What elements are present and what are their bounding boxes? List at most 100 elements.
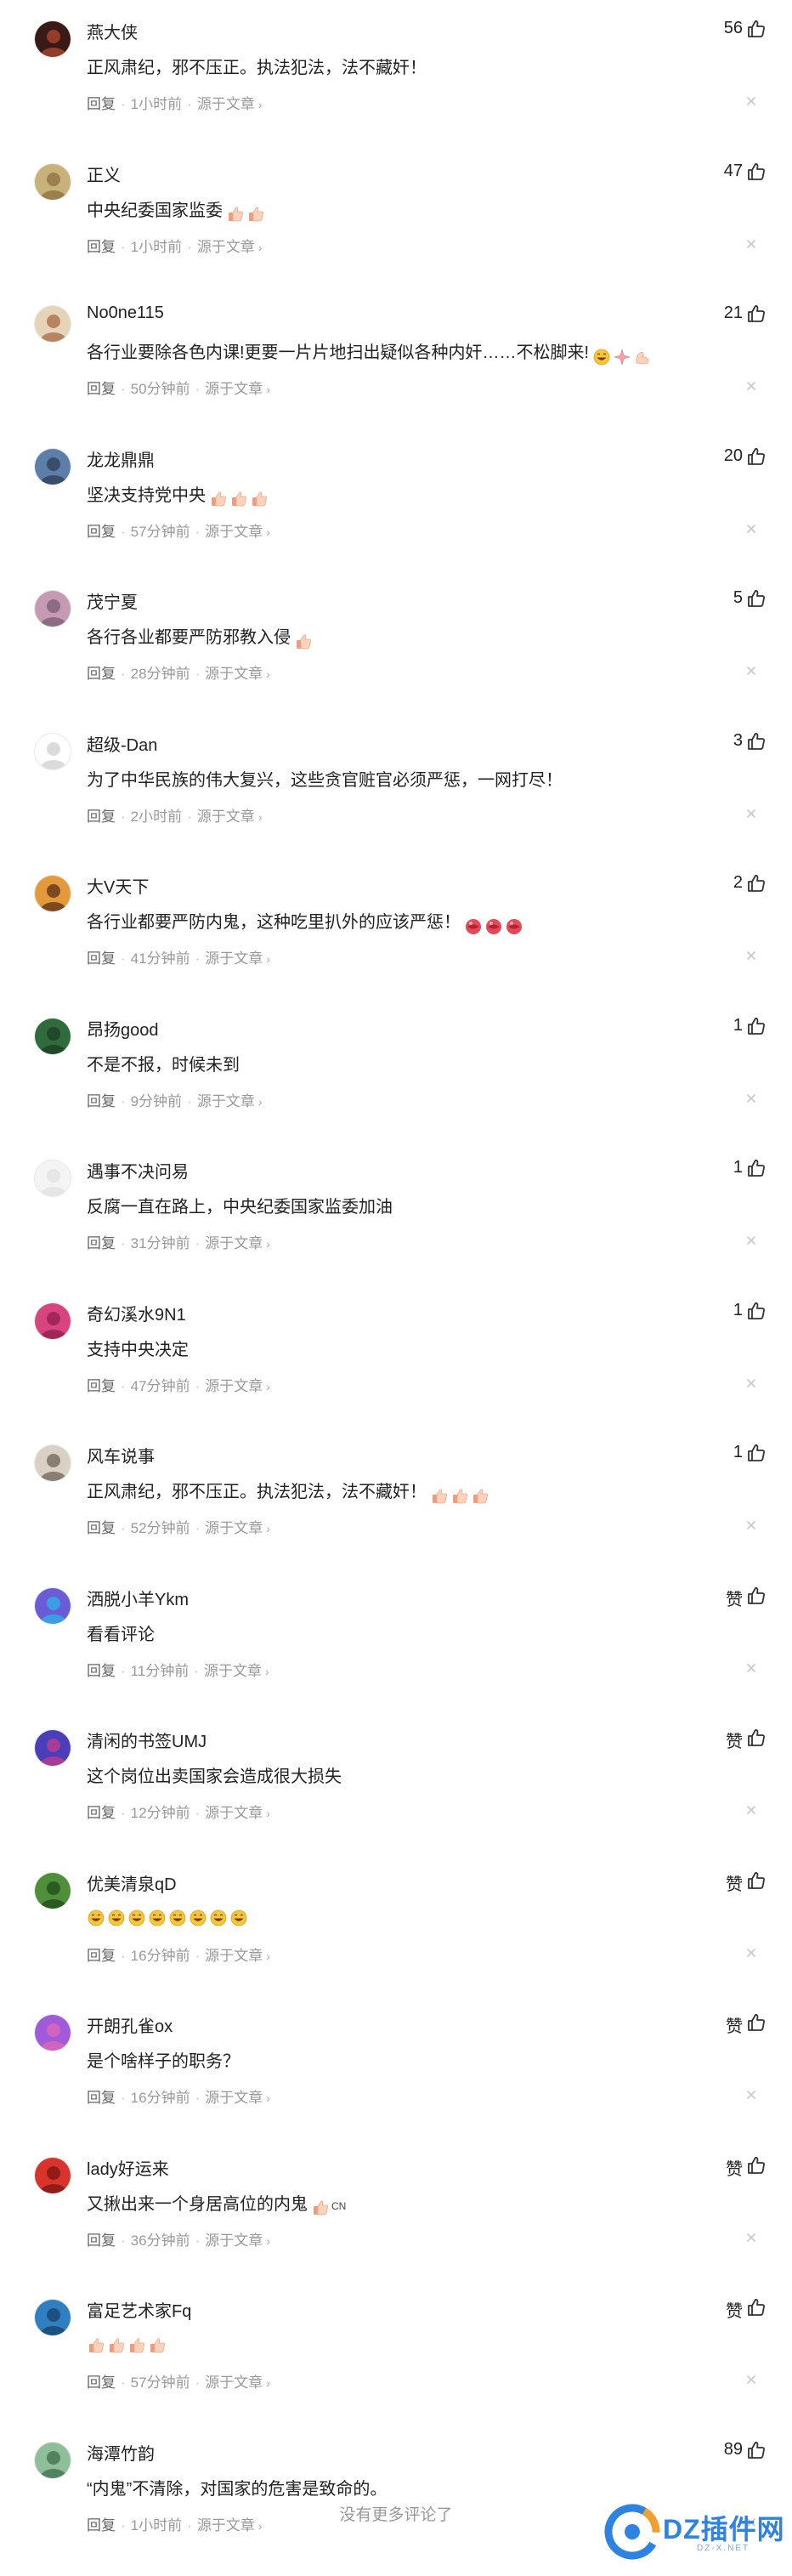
comment-username[interactable]: 正义 — [87, 162, 121, 186]
thumbs-up-icon[interactable] — [746, 1586, 767, 1606]
comment-username[interactable]: 奇幻溪水9N1 — [87, 1301, 186, 1325]
reply-button[interactable]: 回复 — [87, 666, 116, 682]
close-icon[interactable] — [744, 2088, 758, 2102]
like-count[interactable]: 赞 — [726, 2155, 743, 2180]
like-count[interactable]: 赞 — [726, 2297, 743, 2322]
thumbs-up-icon[interactable] — [746, 19, 767, 39]
thumbs-up-icon[interactable] — [746, 731, 767, 752]
close-icon[interactable] — [744, 1376, 758, 1390]
close-icon[interactable] — [744, 94, 758, 108]
comment-username[interactable]: 燕大侠 — [87, 19, 138, 43]
like-count[interactable]: 1 — [733, 1016, 743, 1036]
thumbs-up-icon[interactable] — [746, 1443, 767, 1463]
reply-button[interactable]: 回复 — [87, 524, 116, 540]
comment-username[interactable]: 龙龙鼎鼎 — [87, 446, 155, 471]
avatar[interactable] — [34, 2156, 71, 2194]
avatar[interactable] — [34, 162, 71, 201]
close-icon[interactable] — [744, 1661, 758, 1675]
source-article-link[interactable]: 源于文章 — [197, 239, 255, 255]
reply-button[interactable]: 回复 — [87, 1093, 116, 1109]
thumbs-up-icon[interactable] — [746, 1870, 767, 1891]
comment-username[interactable]: 昂扬good — [87, 1016, 159, 1041]
comment-username[interactable]: 风车说事 — [87, 1443, 155, 1467]
reply-button[interactable]: 回复 — [87, 950, 116, 967]
thumbs-up-icon[interactable] — [746, 304, 767, 324]
avatar[interactable] — [34, 2441, 71, 2479]
source-article-link[interactable]: 源于文章 — [205, 1235, 263, 1251]
thumbs-up-icon[interactable] — [746, 1728, 767, 1748]
source-article-link[interactable]: 源于文章 — [204, 1663, 262, 1679]
thumbs-up-icon[interactable] — [746, 588, 767, 609]
source-article-link[interactable]: 源于文章 — [197, 96, 255, 112]
comment-username[interactable]: No0ne115 — [87, 304, 164, 323]
reply-button[interactable]: 回复 — [87, 2375, 116, 2391]
close-icon[interactable] — [744, 2231, 758, 2244]
source-article-link[interactable]: 源于文章 — [205, 2233, 263, 2249]
reply-button[interactable]: 回复 — [87, 1378, 116, 1394]
close-icon[interactable] — [744, 1946, 758, 1960]
avatar[interactable] — [34, 875, 71, 912]
reply-button[interactable]: 回复 — [87, 239, 116, 255]
source-article-link[interactable]: 源于文章 — [205, 1805, 263, 1821]
source-article-link[interactable]: 源于文章 — [205, 2375, 263, 2391]
like-count[interactable]: 20 — [724, 446, 743, 466]
reply-button[interactable]: 回复 — [87, 96, 116, 112]
comment-username[interactable]: 大V天下 — [87, 873, 149, 898]
like-count[interactable]: 赞 — [726, 1586, 743, 1610]
comment-username[interactable]: 开朗孔雀ox — [87, 2012, 173, 2037]
avatar[interactable] — [34, 732, 71, 770]
reply-button[interactable]: 回复 — [87, 1520, 116, 1536]
source-article-link[interactable]: 源于文章 — [205, 1378, 263, 1394]
comment-username[interactable]: 清闲的书签UMJ — [87, 1728, 206, 1752]
thumbs-up-icon[interactable] — [746, 2297, 767, 2318]
comment-username[interactable]: 超级-Dan — [87, 731, 157, 756]
like-count[interactable]: 89 — [724, 2440, 743, 2460]
thumbs-up-icon[interactable] — [746, 2012, 767, 2033]
comment-username[interactable]: 优美清泉qD — [87, 1870, 177, 1895]
thumbs-up-icon[interactable] — [746, 1016, 767, 1036]
close-icon[interactable] — [744, 949, 758, 962]
thumbs-up-icon[interactable] — [746, 1158, 767, 1178]
close-icon[interactable] — [744, 1518, 758, 1532]
comment-username[interactable]: lady好运来 — [87, 2155, 169, 2180]
source-article-link[interactable]: 源于文章 — [197, 1093, 255, 1109]
close-icon[interactable] — [744, 1803, 758, 1817]
reply-button[interactable]: 回复 — [87, 2233, 116, 2249]
like-count[interactable]: 1 — [733, 1301, 743, 1320]
comment-username[interactable]: 遇事不决问易 — [87, 1158, 189, 1183]
source-article-link[interactable]: 源于文章 — [205, 381, 263, 397]
avatar[interactable] — [34, 305, 71, 343]
like-count[interactable]: 赞 — [726, 2012, 743, 2037]
comment-username[interactable]: 洒脱小羊Ykm — [87, 1586, 189, 1610]
reply-button[interactable]: 回复 — [87, 1948, 116, 1964]
comment-username[interactable]: 海潭竹韵 — [87, 2440, 155, 2465]
thumbs-up-icon[interactable] — [746, 162, 767, 182]
source-article-link[interactable]: 源于文章 — [205, 950, 263, 967]
comment-username[interactable]: 茂宁夏 — [87, 588, 138, 613]
avatar[interactable] — [34, 1871, 71, 1909]
close-icon[interactable] — [744, 522, 758, 536]
source-article-link[interactable]: 源于文章 — [205, 2090, 263, 2106]
like-count[interactable]: 1 — [733, 1158, 743, 1177]
like-count[interactable]: 1 — [733, 1443, 743, 1462]
like-count[interactable]: 3 — [733, 731, 743, 751]
avatar[interactable] — [34, 590, 71, 627]
reply-button[interactable]: 回复 — [87, 1235, 116, 1251]
like-count[interactable]: 56 — [724, 19, 743, 38]
thumbs-up-icon[interactable] — [746, 1301, 767, 1321]
reply-button[interactable]: 回复 — [87, 2090, 116, 2106]
avatar[interactable] — [34, 447, 71, 485]
close-icon[interactable] — [744, 807, 758, 820]
source-article-link[interactable]: 源于文章 — [205, 1520, 263, 1536]
reply-button[interactable]: 回复 — [87, 1805, 116, 1821]
close-icon[interactable] — [744, 379, 758, 393]
avatar[interactable] — [34, 2299, 71, 2336]
avatar[interactable] — [34, 1302, 71, 1340]
like-count[interactable]: 5 — [733, 588, 743, 608]
reply-button[interactable]: 回复 — [87, 809, 116, 825]
source-article-link[interactable]: 源于文章 — [205, 524, 263, 540]
avatar[interactable] — [34, 2014, 71, 2051]
close-icon[interactable] — [744, 1234, 758, 1247]
like-count[interactable]: 2 — [733, 873, 743, 893]
like-count[interactable]: 21 — [724, 304, 743, 323]
